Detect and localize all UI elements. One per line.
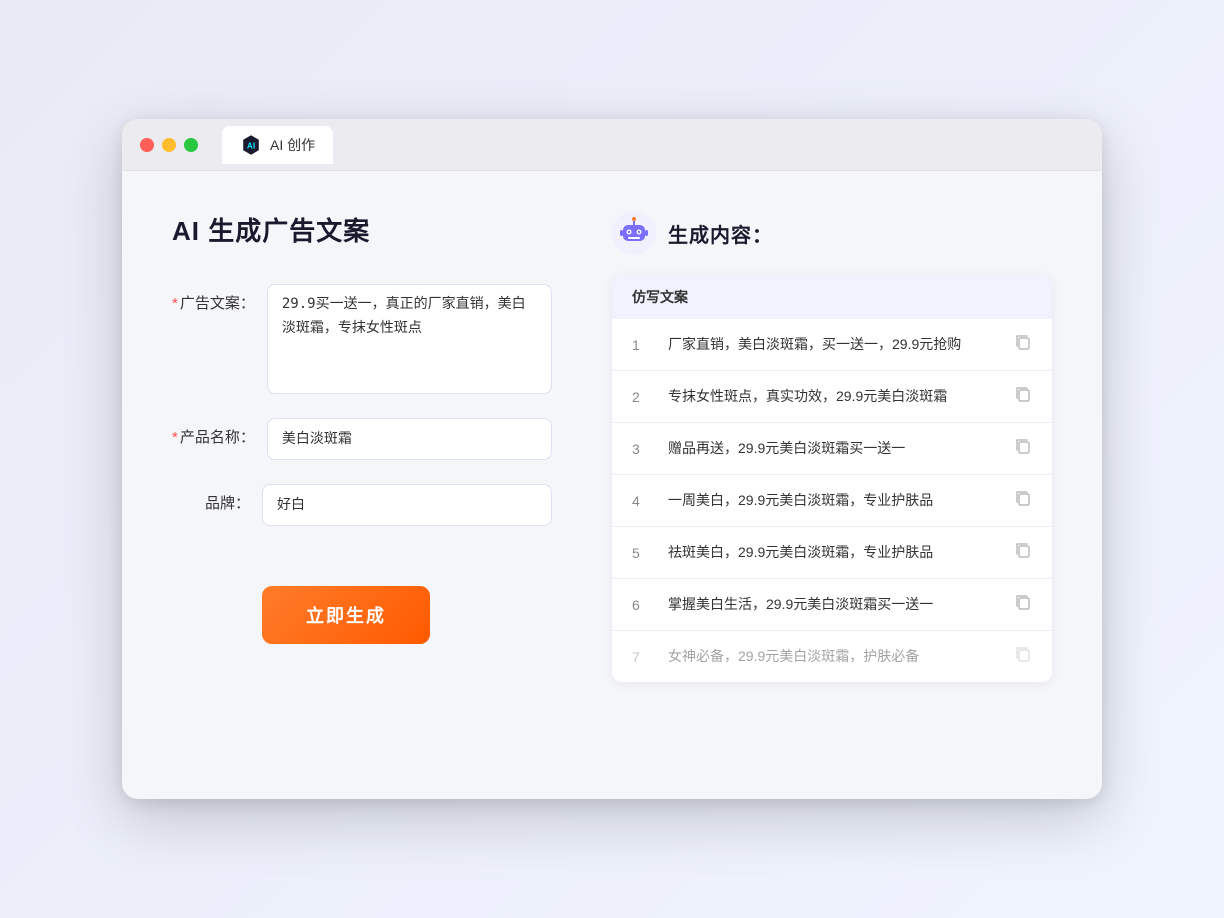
- copy-icon[interactable]: [1014, 385, 1032, 408]
- browser-window: AI AI 创作 AI 生成广告文案 *广告文案： 29.9买一送一，真正的厂家…: [122, 119, 1102, 799]
- left-panel: AI 生成广告文案 *广告文案： 29.9买一送一，真正的厂家直销，美白淡斑霜，…: [172, 211, 552, 682]
- copy-icon[interactable]: [1014, 489, 1032, 512]
- result-header: 生成内容：: [612, 211, 1052, 255]
- ad-copy-row: *广告文案： 29.9买一送一，真正的厂家直销，美白淡斑霜，专抹女性斑点: [172, 284, 552, 394]
- copy-icon[interactable]: [1014, 541, 1032, 564]
- result-row: 4 一周美白，29.9元美白淡斑霜，专业护肤品: [612, 475, 1052, 527]
- result-num: 6: [632, 597, 652, 613]
- result-num: 1: [632, 337, 652, 353]
- title-bar: AI AI 创作: [122, 119, 1102, 171]
- content-area: AI 生成广告文案 *广告文案： 29.9买一送一，真正的厂家直销，美白淡斑霜，…: [122, 171, 1102, 722]
- svg-text:AI: AI: [247, 141, 255, 150]
- result-row: 6 掌握美白生活，29.9元美白淡斑霜买一送一: [612, 579, 1052, 631]
- copy-icon[interactable]: [1014, 333, 1032, 356]
- result-row: 1 厂家直销，美白淡斑霜，买一送一，29.9元抢购: [612, 319, 1052, 371]
- tab-label: AI 创作: [270, 135, 315, 155]
- result-row: 3 赠品再送，29.9元美白淡斑霜买一送一: [612, 423, 1052, 475]
- result-title: 生成内容：: [668, 219, 773, 248]
- ai-tab-icon: AI: [240, 134, 262, 156]
- result-num: 7: [632, 649, 652, 665]
- result-text: 一周美白，29.9元美白淡斑霜，专业护肤品: [668, 490, 998, 511]
- minimize-button[interactable]: [162, 138, 176, 152]
- result-text: 厂家直销，美白淡斑霜，买一送一，29.9元抢购: [668, 334, 998, 355]
- traffic-lights: [140, 138, 198, 152]
- ai-creation-tab[interactable]: AI AI 创作: [222, 126, 333, 164]
- result-text: 赠品再送，29.9元美白淡斑霜买一送一: [668, 438, 998, 459]
- copy-icon[interactable]: [1014, 645, 1032, 668]
- close-button[interactable]: [140, 138, 154, 152]
- generate-button[interactable]: 立即生成: [262, 586, 430, 644]
- right-panel: 生成内容： 仿写文案 1 厂家直销，美白淡斑霜，买一送一，29.9元抢购 2 专抹女…: [612, 211, 1052, 682]
- page-title: AI 生成广告文案: [172, 211, 552, 248]
- ad-copy-required: *: [172, 295, 178, 312]
- product-name-row: *产品名称：: [172, 418, 552, 460]
- result-row: 5 祛斑美白，29.9元美白淡斑霜，专业护肤品: [612, 527, 1052, 579]
- result-table-header: 仿写文案: [612, 275, 1052, 319]
- maximize-button[interactable]: [184, 138, 198, 152]
- ad-copy-input[interactable]: 29.9买一送一，真正的厂家直销，美白淡斑霜，专抹女性斑点: [267, 284, 552, 394]
- brand-label: 品牌：: [172, 484, 262, 513]
- copy-icon[interactable]: [1014, 437, 1032, 460]
- result-num: 5: [632, 545, 652, 561]
- result-text: 专抹女性斑点，真实功效，29.9元美白淡斑霜: [668, 386, 998, 407]
- result-text: 祛斑美白，29.9元美白淡斑霜，专业护肤品: [668, 542, 998, 563]
- brand-input[interactable]: [262, 484, 552, 526]
- result-num: 4: [632, 493, 652, 509]
- result-row: 7 女神必备，29.9元美白淡斑霜，护肤必备: [612, 631, 1052, 682]
- result-row: 2 专抹女性斑点，真实功效，29.9元美白淡斑霜: [612, 371, 1052, 423]
- ad-copy-label: *广告文案：: [172, 284, 267, 313]
- result-num: 2: [632, 389, 652, 405]
- product-name-required: *: [172, 429, 178, 446]
- result-table: 仿写文案 1 厂家直销，美白淡斑霜，买一送一，29.9元抢购 2 专抹女性斑点，真实…: [612, 275, 1052, 682]
- product-name-label: *产品名称：: [172, 418, 267, 447]
- product-name-input[interactable]: [267, 418, 552, 460]
- result-text: 掌握美白生活，29.9元美白淡斑霜买一送一: [668, 594, 998, 615]
- brand-row: 品牌：: [172, 484, 552, 526]
- result-num: 3: [632, 441, 652, 457]
- robot-icon: [612, 211, 656, 255]
- result-text: 女神必备，29.9元美白淡斑霜，护肤必备: [668, 646, 998, 667]
- copy-icon[interactable]: [1014, 593, 1032, 616]
- generate-button-wrap: 立即生成: [172, 550, 552, 644]
